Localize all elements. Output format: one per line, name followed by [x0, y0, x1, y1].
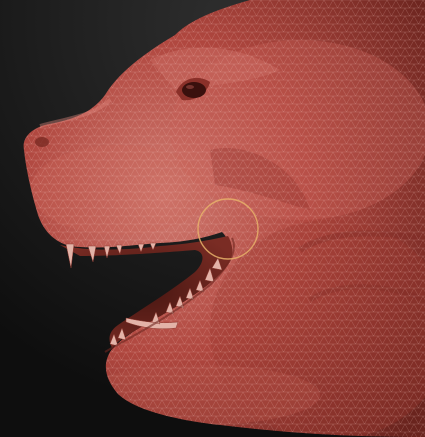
nostril: [35, 137, 49, 147]
sculpt-canvas[interactable]: [0, 0, 425, 437]
sculpt-viewport[interactable]: [0, 0, 425, 437]
